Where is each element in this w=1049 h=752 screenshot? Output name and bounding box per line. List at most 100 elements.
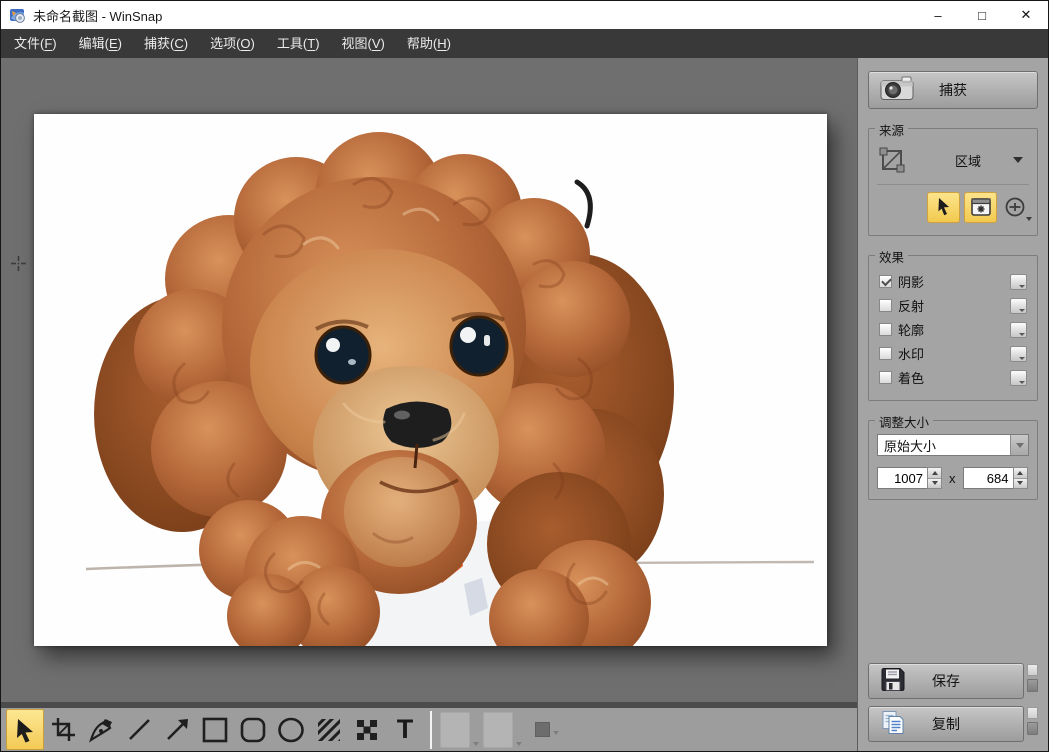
tool-pixelate[interactable] [348,709,386,750]
side-panel: 捕获 来源 区域 [857,58,1048,751]
menu-file[interactable]: 文件(F) [3,29,68,58]
tool-rounded-rectangle[interactable] [234,709,272,750]
save-button[interactable]: 保存 [868,663,1024,699]
effects-group: 效果 阴影 反射 轮廓 水印 [868,255,1038,401]
window-icon [971,198,991,216]
watermark-label: 水印 [898,344,924,363]
width-input[interactable] [877,467,927,489]
height-input[interactable] [963,467,1013,489]
height-increment-button[interactable] [1014,468,1027,479]
watermark-checkbox[interactable] [879,347,892,360]
menu-capture[interactable]: 捕获(C) [133,29,199,58]
source-group: 来源 区域 [868,128,1038,236]
height-decrement-button[interactable] [1014,479,1027,489]
include-cursor-toggle[interactable] [927,192,960,223]
capture-button[interactable]: 捕获 [868,71,1038,109]
crosshair-cursor [11,256,26,271]
menu-tools[interactable]: 工具(T) [266,29,331,58]
effect-shadow-row: 阴影 [879,270,1027,293]
tool-arrow[interactable] [158,709,196,750]
tool-rectangle[interactable] [196,709,234,750]
zoom-icon [1004,196,1026,218]
maximize-button[interactable]: □ [960,1,1004,29]
chevron-down-icon [1013,157,1023,163]
resize-mode-value: 原始大小 [884,436,936,455]
magnifier-window-toggle[interactable] [964,192,997,223]
zoom-level-button[interactable] [1001,192,1029,223]
capture-button-label: 捕获 [869,80,1037,100]
menu-help[interactable]: 帮助(H) [396,29,462,58]
region-icon [877,145,907,175]
copy-button[interactable]: 复制 [868,706,1024,742]
line-icon [126,716,153,743]
canvas-area[interactable] [1,58,857,702]
chevron-down-icon [1026,217,1032,221]
tool-select[interactable] [6,709,44,750]
source-select[interactable]: 区域 [907,142,1029,178]
chevron-down-icon [553,731,559,735]
resize-group: 调整大小 原始大小 x [868,420,1038,500]
effect-reflection-row: 反射 [879,294,1027,317]
width-spinner [877,467,942,489]
tool-ellipse[interactable] [272,709,310,750]
arrow-icon [164,716,191,743]
shadow-settings-button[interactable] [1010,274,1027,290]
resize-mode-select[interactable]: 原始大小 [877,434,1029,456]
draw-toolbar: T [1,702,857,751]
line-width-swatch[interactable] [535,722,550,737]
close-button[interactable]: ✕ [1004,1,1048,29]
menu-edit[interactable]: 编辑(E) [68,29,133,58]
save-row: 保存 [868,663,1038,699]
effect-colorize-row: 着色 [879,366,1027,389]
reflection-checkbox[interactable] [879,299,892,312]
watermark-settings-button[interactable] [1010,346,1027,362]
outline-settings-button[interactable] [1010,322,1027,338]
reflection-settings-button[interactable] [1010,298,1027,314]
title-bar: 未命名截图 - WinSnap – □ ✕ [1,1,1048,29]
save-button-label: 保存 [869,671,1023,691]
captured-image[interactable] [34,114,827,646]
effect-watermark-row: 水印 [879,342,1027,365]
menu-bar: 文件(F) 编辑(E) 捕获(C) 选项(O) 工具(T) 视图(V) 帮助(H… [1,29,1048,58]
cursor-icon [935,197,953,217]
chevron-down-icon [1010,435,1028,455]
reflection-label: 反射 [898,296,924,315]
tool-line[interactable] [120,709,158,750]
resize-group-title: 调整大小 [875,412,933,431]
shadow-label: 阴影 [898,272,924,291]
copy-button-label: 复制 [869,714,1023,734]
minimize-button[interactable]: – [916,1,960,29]
height-spinner [963,467,1028,489]
pixelate-icon [353,716,381,744]
outline-label: 轮廓 [898,320,924,339]
colorize-checkbox[interactable] [879,371,892,384]
menu-view[interactable]: 视图(V) [331,29,396,58]
source-group-title: 来源 [875,120,908,139]
copy-split-button[interactable] [1027,707,1038,735]
rectangle-icon [201,716,229,744]
chevron-down-icon [473,742,479,746]
tool-pen[interactable] [82,709,120,750]
pen-icon [88,716,115,743]
save-split-button[interactable] [1027,664,1038,692]
outline-checkbox[interactable] [879,323,892,336]
dimension-separator: x [949,471,956,486]
width-decrement-button[interactable] [928,479,941,489]
tool-crop[interactable] [44,709,82,750]
copy-row: 复制 [868,706,1038,742]
tool-hatch[interactable] [310,709,348,750]
width-increment-button[interactable] [928,468,941,479]
color-swatch-secondary[interactable] [483,712,513,748]
shadow-checkbox[interactable] [879,275,892,288]
toolbar-separator [430,711,432,749]
text-tool-glyph: T [397,716,414,743]
color-swatch-primary[interactable] [440,712,470,748]
source-divider [877,184,1029,185]
tool-text[interactable]: T [386,709,424,750]
hatch-square-icon [315,716,343,744]
colorize-settings-button[interactable] [1010,370,1027,386]
source-selected-value: 区域 [955,151,981,170]
menu-options[interactable]: 选项(O) [199,29,266,58]
app-icon [9,6,27,24]
arrow-cursor-icon [12,717,38,743]
